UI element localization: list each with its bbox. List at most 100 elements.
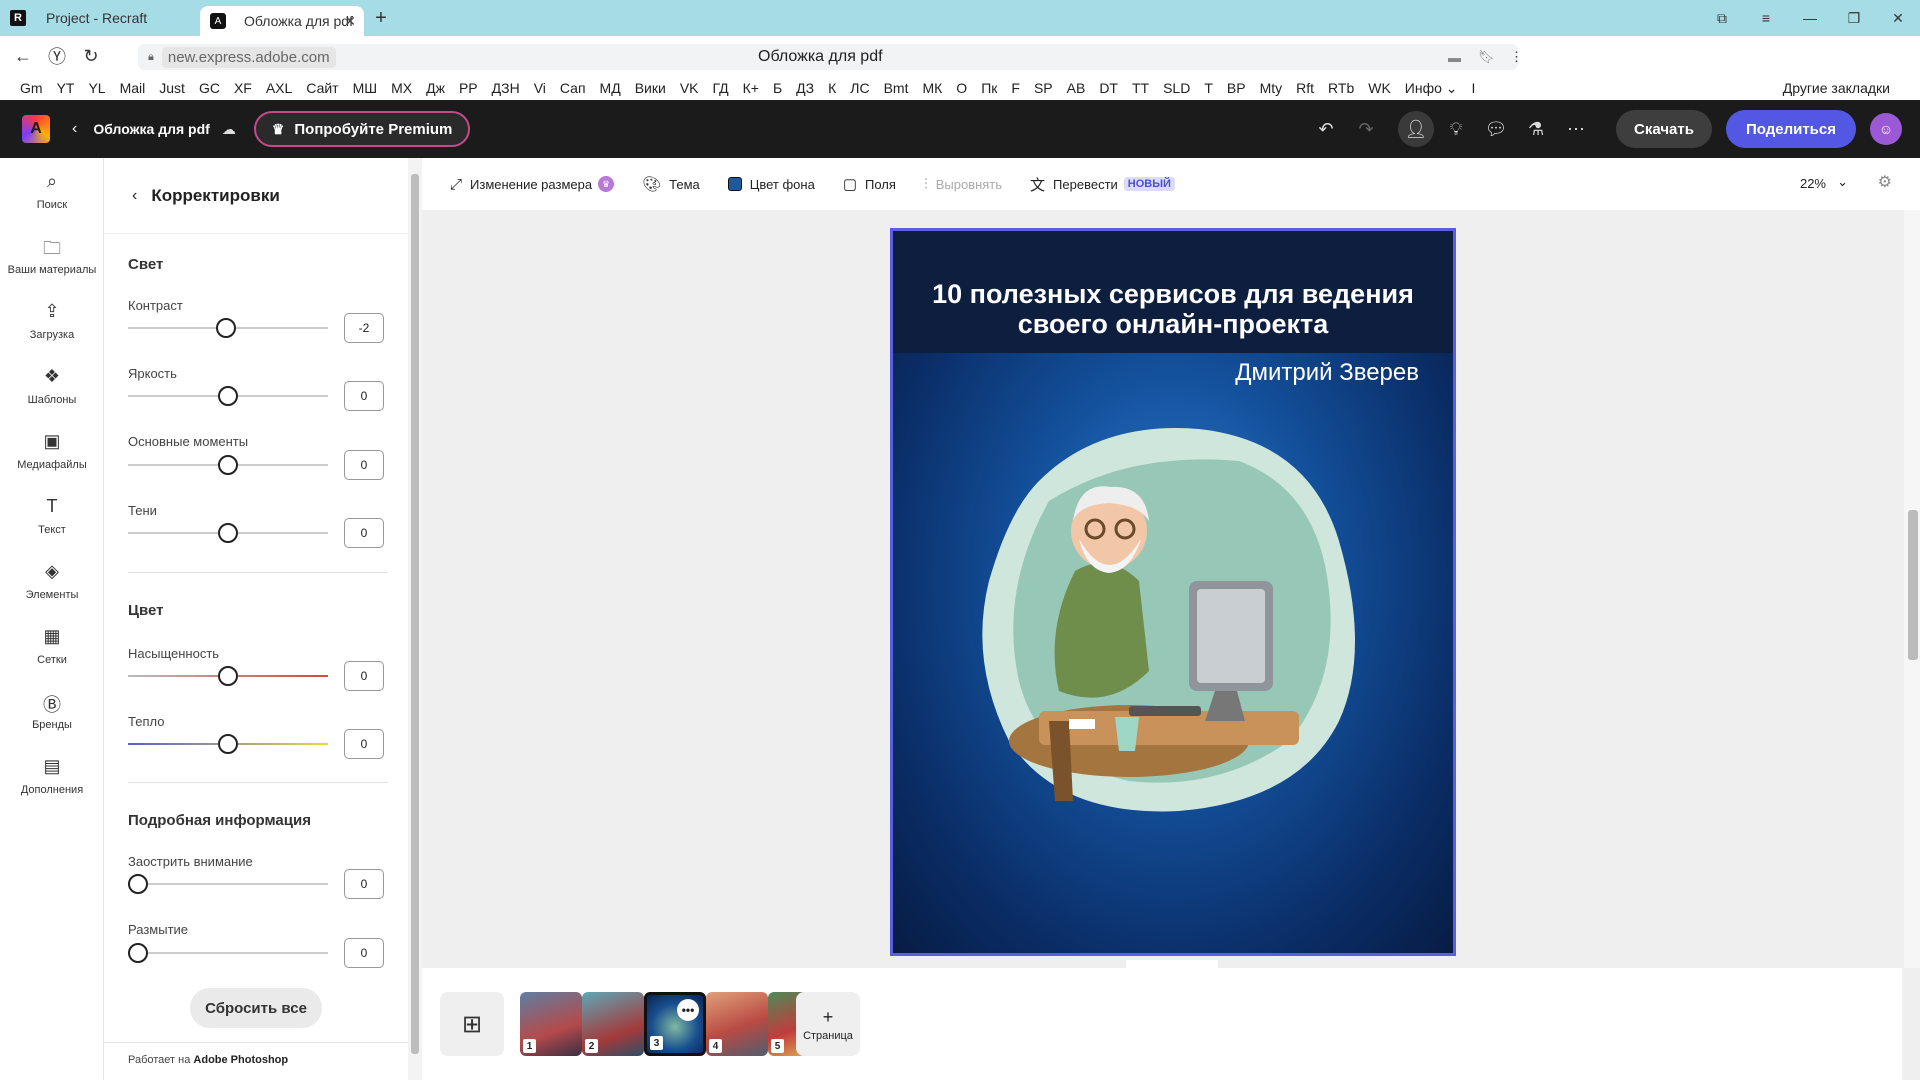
more-vert-icon[interactable]: ⋮ (1510, 49, 1523, 65)
cloud-icon[interactable]: ☁ (222, 121, 236, 138)
highlights-value[interactable]: 0 (344, 450, 384, 480)
bookmark-item[interactable]: К+ (743, 80, 759, 96)
bookmark-item[interactable]: Vi (534, 80, 546, 96)
document-name[interactable]: Обложка для pdf (93, 121, 209, 137)
tab-project-recraft[interactable]: Project - Recraft (36, 3, 200, 33)
warmth-value[interactable]: 0 (344, 729, 384, 759)
rail-item[interactable]: Ⓑ Бренды (0, 678, 104, 743)
bookmark-item[interactable]: F (1011, 80, 1020, 96)
add-page-button[interactable]: + Страница (796, 992, 860, 1056)
bookmark-item[interactable]: АВ (1067, 80, 1086, 96)
bookmark-item[interactable]: Mty (1260, 80, 1283, 96)
rail-item[interactable]: ❖ Шаблоны (0, 353, 104, 418)
menu-icon[interactable]: ≡ (1744, 0, 1788, 36)
close-tab-icon[interactable]: ✕ (344, 13, 356, 30)
yandex-icon[interactable]: Ⓨ (40, 39, 74, 73)
close-window-button[interactable]: ✕ (1876, 0, 1920, 36)
lightbulb-icon[interactable]: 💡︎ (1438, 111, 1474, 147)
bookmark-item[interactable]: МК (922, 80, 942, 96)
sharpen-value[interactable]: 0 (344, 869, 384, 899)
resize-button[interactable]: ⤢ Изменение размера ♛ (450, 176, 615, 193)
bookmark-item[interactable]: ВР (1227, 80, 1246, 96)
fit-settings-icon[interactable]: ⚙ (1878, 172, 1892, 192)
flask-icon[interactable]: ⚗ (1518, 111, 1554, 147)
margins-button[interactable]: ▢ Поля (843, 175, 896, 193)
scrollbar-thumb[interactable] (411, 174, 419, 1054)
panel-scrollbar[interactable] (408, 158, 422, 1080)
contrast-slider-thumb[interactable] (216, 318, 236, 338)
illustration-old-man-computer[interactable] (979, 421, 1361, 817)
brightness-value[interactable]: 0 (344, 381, 384, 411)
bookmark-item[interactable]: Mail (120, 80, 146, 96)
bookmark-item[interactable]: МД (600, 80, 621, 96)
theme-button[interactable]: 🎨︎ Тема (642, 175, 700, 193)
sharpen-slider-thumb[interactable] (128, 874, 148, 894)
shadows-slider-thumb[interactable] (218, 523, 238, 543)
rail-item[interactable]: ⌕ Поиск (0, 158, 104, 223)
share-button[interactable]: Поделиться (1725, 110, 1856, 148)
bookmark-item[interactable]: Сайт (306, 80, 338, 96)
tab-cover-pdf[interactable]: A Обложка для pdf ✕ (200, 6, 364, 36)
bookmark-item[interactable]: МШ (353, 80, 378, 96)
bookmark-item[interactable]: Сап (560, 80, 586, 96)
bookmark-item[interactable]: WK (1368, 80, 1391, 96)
bookmark-item[interactable]: Пк (981, 80, 997, 96)
add-user-icon[interactable]: 👤︎ (1398, 111, 1435, 147)
blur-slider-thumb[interactable] (128, 943, 148, 963)
bookmark-item[interactable]: ДЗН (492, 80, 520, 96)
reset-all-button[interactable]: Сбросить все (190, 988, 322, 1028)
try-premium-button[interactable]: ♛ Попробуйте Premium (253, 111, 471, 147)
chevron-down-icon[interactable]: ⌄ (1837, 174, 1848, 190)
shadows-value[interactable]: 0 (344, 518, 384, 548)
rail-item[interactable]: ▦ Сетки (0, 613, 104, 678)
bg-color-button[interactable]: Цвет фона (727, 177, 815, 192)
redo-icon[interactable]: ↷ (1348, 111, 1384, 147)
zoom-level[interactable]: 22% (1800, 176, 1826, 191)
cover-author[interactable]: Дмитрий Зверев (1235, 359, 1419, 387)
bookmark-manager-icon[interactable]: ⧉ (1700, 0, 1744, 36)
bookmark-item[interactable]: Инфо ⌄ (1405, 80, 1458, 97)
bookmark-item[interactable]: DT (1099, 80, 1118, 96)
bookmark-item[interactable]: МХ (391, 80, 412, 96)
more-icon[interactable]: ⋯ (1558, 111, 1594, 147)
rail-item[interactable]: ⇪ Загрузка (0, 288, 104, 353)
bookmark-item[interactable]: Just (159, 80, 185, 96)
rail-item[interactable]: ▣ Медиафайлы (0, 418, 104, 483)
page-thumbnail-active[interactable]: ••• 3 (644, 992, 706, 1056)
warmth-slider-thumb[interactable] (218, 734, 238, 754)
bookmark-item[interactable]: К (828, 80, 836, 96)
contrast-value[interactable]: -2 (344, 313, 384, 343)
bookmark-item[interactable]: TT (1132, 80, 1149, 96)
canvas-scrollbar[interactable] (1904, 210, 1920, 968)
bookmark-item[interactable]: РР (459, 80, 478, 96)
blur-slider[interactable] (128, 952, 328, 954)
bookmark-item[interactable]: Gm (20, 80, 43, 96)
restore-button[interactable]: ❐ (1832, 0, 1876, 36)
cover-title[interactable]: 10 полезных сервисов для ведения своего … (893, 279, 1453, 339)
bookmark-item[interactable]: RTb (1328, 80, 1354, 96)
bookmark-item[interactable]: Б (773, 80, 782, 96)
bookmark-item[interactable]: ДЗ (796, 80, 814, 96)
highlights-slider-thumb[interactable] (218, 455, 238, 475)
bookmark-item[interactable]: T (1204, 80, 1213, 96)
bookmark-item[interactable]: YT (57, 80, 75, 96)
bookmark-item[interactable]: ГД (713, 80, 729, 96)
page-thumbnail[interactable]: 1 (520, 992, 582, 1056)
bookmark-item[interactable]: Вики (635, 80, 666, 96)
brightness-slider-thumb[interactable] (218, 386, 238, 406)
bookmark-item[interactable]: ЛС (850, 80, 869, 96)
more-options-icon[interactable]: ••• (677, 999, 699, 1021)
bookmark-item[interactable]: YL (88, 80, 105, 96)
adobe-express-logo-icon[interactable]: A (22, 115, 50, 143)
rail-item[interactable]: ▤ Дополнения (0, 743, 104, 808)
saturation-value[interactable]: 0 (344, 661, 384, 691)
comment-icon[interactable]: 💬︎ (1478, 111, 1514, 147)
bookmark-item[interactable]: О (956, 80, 967, 96)
scrollbar-thumb[interactable] (1908, 510, 1918, 660)
reload-icon[interactable]: ↻ (74, 39, 108, 73)
comment-icon[interactable]: ▬ (1448, 50, 1461, 65)
align-button[interactable]: ⫶ Выровнять (924, 176, 1002, 193)
new-tab-button[interactable]: + (368, 5, 394, 31)
bookmark-item[interactable]: AXL (266, 80, 292, 96)
undo-icon[interactable]: ↶ (1308, 111, 1344, 147)
